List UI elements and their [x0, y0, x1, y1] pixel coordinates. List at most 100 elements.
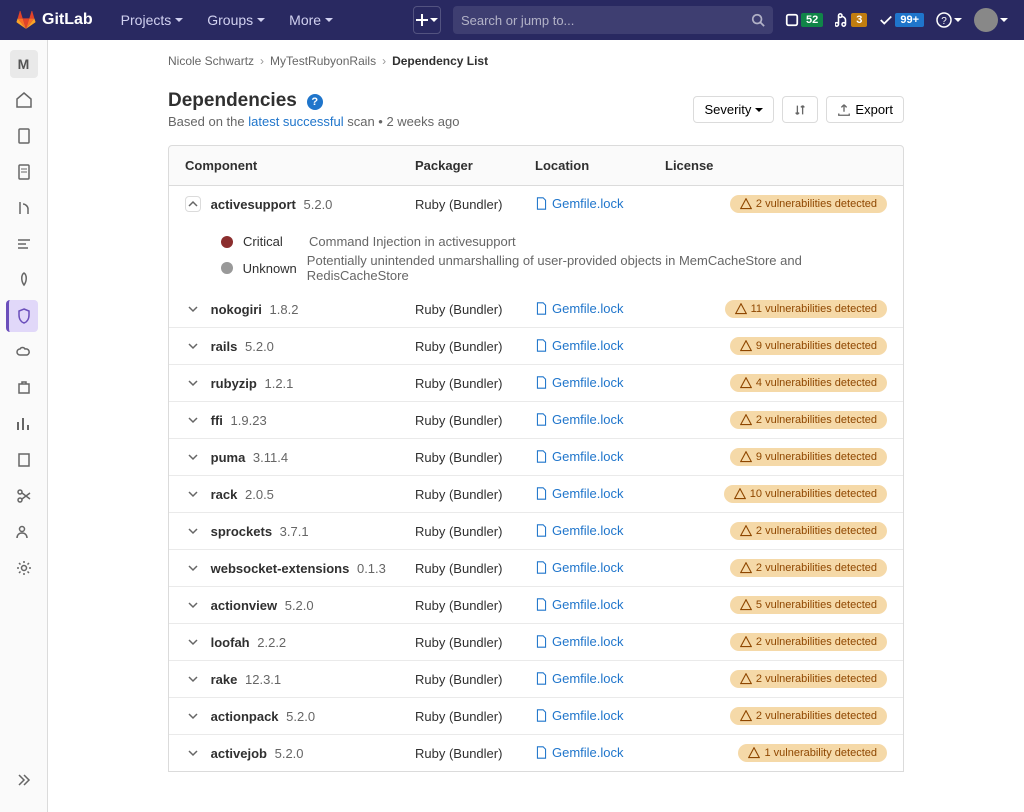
nav-projects[interactable]: Projects: [109, 12, 196, 28]
sidenav-cicd[interactable]: [8, 228, 40, 260]
sidenav-snippets[interactable]: [8, 480, 40, 512]
packager-cell: Ruby (Bundler): [415, 709, 535, 724]
packager-cell: Ruby (Bundler): [415, 413, 535, 428]
severity-dropdown[interactable]: Severity: [693, 96, 774, 123]
component-name: actionview: [211, 598, 277, 613]
expand-toggle[interactable]: [185, 486, 201, 502]
component-version: 5.2.0: [245, 339, 274, 354]
gitlab-logo[interactable]: GitLab: [16, 10, 93, 30]
location-link[interactable]: Gemfile.lock: [535, 634, 624, 649]
file-icon: [535, 561, 548, 574]
scan-link[interactable]: latest successful: [248, 114, 343, 129]
component-version: 2.2.2: [257, 635, 286, 650]
shield-icon: [16, 308, 32, 324]
location-link[interactable]: Gemfile.lock: [535, 745, 624, 760]
vulnerability-badge: 9 vulnerabilities detected: [730, 337, 887, 355]
file-icon: [535, 376, 548, 389]
nav-todos-counter[interactable]: 99+: [879, 13, 924, 27]
sidenav-home[interactable]: [8, 84, 40, 116]
sidenav-packages[interactable]: [8, 372, 40, 404]
search-input[interactable]: [461, 13, 751, 28]
sidenav-issues[interactable]: [8, 156, 40, 188]
sort-icon: [793, 103, 807, 117]
vulnerability-desc: Command Injection in activesupport: [309, 234, 516, 249]
sidenav-deployments[interactable]: [8, 336, 40, 368]
expand-toggle[interactable]: [185, 560, 201, 576]
chevron-down-icon: [175, 18, 183, 22]
sidenav-collapse[interactable]: [8, 764, 40, 796]
breadcrumb-owner[interactable]: Nicole Schwartz: [168, 54, 254, 68]
sidenav-analytics[interactable]: [8, 408, 40, 440]
col-header-license: License: [665, 158, 737, 173]
chevron-down-icon: [188, 304, 198, 314]
chevron-down-icon: [188, 600, 198, 610]
members-icon: [16, 524, 32, 540]
expand-toggle[interactable]: [185, 671, 201, 687]
warning-icon: [740, 340, 752, 352]
search-box[interactable]: [453, 6, 773, 34]
expand-toggle[interactable]: [185, 745, 201, 761]
sidenav-repository[interactable]: [8, 120, 40, 152]
help-icon[interactable]: ?: [307, 94, 323, 110]
expand-toggle[interactable]: [185, 449, 201, 465]
sidenav-settings[interactable]: [8, 552, 40, 584]
packager-cell: Ruby (Bundler): [415, 487, 535, 502]
component-version: 1.9.23: [231, 413, 267, 428]
location-link[interactable]: Gemfile.lock: [535, 338, 624, 353]
warning-icon: [740, 599, 752, 611]
nav-new-dropdown[interactable]: [413, 6, 441, 34]
sidenav-security[interactable]: [6, 300, 38, 332]
expand-toggle[interactable]: [185, 523, 201, 539]
component-version: 3.11.4: [253, 450, 288, 465]
location-link[interactable]: Gemfile.lock: [535, 449, 624, 464]
component-name: rails: [211, 339, 238, 354]
nav-more[interactable]: More: [277, 12, 345, 28]
table-row: actionview 5.2.0 Ruby (Bundler) Gemfile.…: [169, 586, 903, 623]
sidenav-project[interactable]: M: [8, 48, 40, 80]
nav-user-menu[interactable]: [974, 8, 1008, 32]
location-link[interactable]: Gemfile.lock: [535, 196, 624, 211]
sidenav-wiki[interactable]: [8, 444, 40, 476]
chevron-down-icon: [755, 108, 763, 112]
nav-groups[interactable]: Groups: [195, 12, 277, 28]
table-row: nokogiri 1.8.2 Ruby (Bundler) Gemfile.lo…: [169, 291, 903, 327]
expand-toggle[interactable]: [185, 301, 201, 317]
component-version: 5.2.0: [304, 197, 333, 212]
gear-icon: [16, 560, 32, 576]
expand-toggle[interactable]: [185, 634, 201, 650]
merge-request-icon: [835, 13, 849, 27]
issues-icon: [16, 164, 32, 180]
sort-direction-button[interactable]: [782, 96, 818, 123]
location-link[interactable]: Gemfile.lock: [535, 412, 624, 427]
breadcrumb-project[interactable]: MyTestRubyonRails: [270, 54, 376, 68]
location-link[interactable]: Gemfile.lock: [535, 708, 624, 723]
vulnerability-badge: 2 vulnerabilities detected: [730, 559, 887, 577]
file-icon: [535, 339, 548, 352]
packager-cell: Ruby (Bundler): [415, 302, 535, 317]
location-link[interactable]: Gemfile.lock: [535, 597, 624, 612]
location-link[interactable]: Gemfile.lock: [535, 375, 624, 390]
expand-toggle[interactable]: [185, 338, 201, 354]
nav-issues-counter[interactable]: 52: [785, 13, 823, 27]
warning-icon: [740, 377, 752, 389]
expand-toggle[interactable]: [185, 412, 201, 428]
location-link[interactable]: Gemfile.lock: [535, 301, 624, 316]
collapse-toggle[interactable]: [185, 196, 201, 212]
location-link[interactable]: Gemfile.lock: [535, 486, 624, 501]
location-link[interactable]: Gemfile.lock: [535, 671, 624, 686]
vulnerability-badge: 5 vulnerabilities detected: [730, 596, 887, 614]
expand-toggle[interactable]: [185, 375, 201, 391]
export-button[interactable]: Export: [826, 96, 904, 123]
location-link[interactable]: Gemfile.lock: [535, 523, 624, 538]
warning-icon: [740, 451, 752, 463]
sidenav-merge-requests[interactable]: [8, 192, 40, 224]
warning-icon: [740, 525, 752, 537]
nav-help[interactable]: ?: [936, 12, 962, 28]
sidenav-members[interactable]: [8, 516, 40, 548]
expand-toggle[interactable]: [185, 597, 201, 613]
expand-toggle[interactable]: [185, 708, 201, 724]
sidenav-pipelines[interactable]: [8, 264, 40, 296]
component-name: loofah: [211, 635, 250, 650]
location-link[interactable]: Gemfile.lock: [535, 560, 624, 575]
nav-mr-counter[interactable]: 3: [835, 13, 867, 27]
